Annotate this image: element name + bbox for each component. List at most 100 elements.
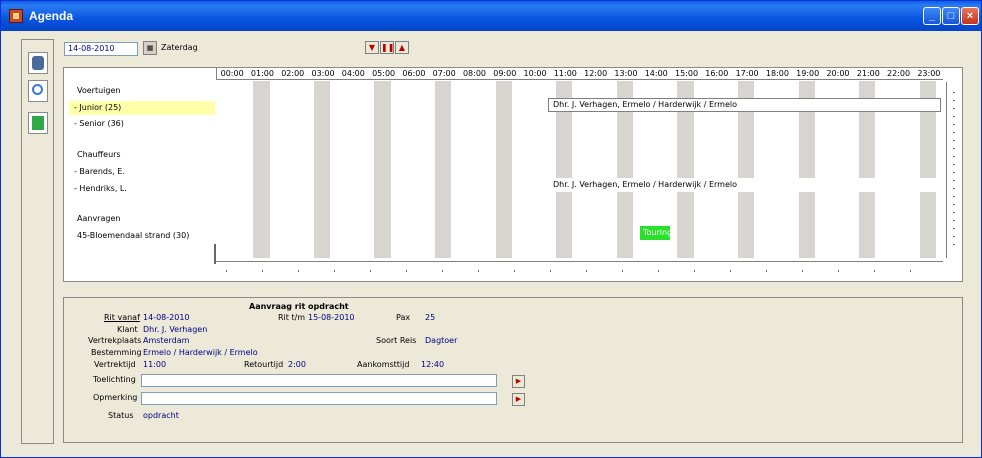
rit-tm-value: 15-08-2010	[308, 313, 355, 322]
hour-label: 08:00	[462, 69, 486, 78]
hour-band	[313, 81, 331, 258]
calendar-icon: ▦	[146, 44, 154, 52]
vertical-scrollbar[interactable]	[946, 82, 960, 258]
bestemming-label: Bestemming	[91, 348, 142, 357]
scroll-tick	[622, 270, 623, 272]
group-vehicles: Voertuigen	[77, 86, 121, 95]
request-bar-bloemendaal[interactable]: Touring	[640, 226, 670, 240]
exit-button[interactable]	[28, 112, 48, 134]
hour-band	[374, 81, 391, 258]
next-day-button[interactable]: ▲	[395, 41, 409, 54]
scroll-tick	[298, 270, 299, 272]
retourtijd-value: 2:00	[288, 360, 306, 369]
previous-day-button[interactable]: ▼	[365, 41, 379, 54]
rit-vanaf-label[interactable]: Rit vanaf	[104, 313, 140, 322]
minimize-button[interactable]: _	[923, 7, 941, 25]
scroll-tick	[953, 108, 955, 109]
soort-reis-label: Soort Reis	[376, 336, 417, 345]
vertrekplaats-label: Vertrekplaats	[88, 336, 142, 345]
scroll-tick	[953, 124, 955, 125]
day-label: Zaterdag	[161, 43, 198, 52]
status-value: opdracht	[143, 411, 179, 420]
soort-reis-value: Dagtoer	[425, 336, 458, 345]
vertrekplaats-value: Amsterdam	[143, 336, 190, 345]
scroll-tick	[953, 228, 955, 229]
hour-band	[495, 81, 512, 258]
hour-band	[435, 81, 452, 258]
toelichting-field[interactable]	[141, 374, 497, 387]
scroll-tick	[953, 180, 955, 181]
close-button[interactable]: ×	[961, 7, 979, 25]
hour-label: 21:00	[856, 69, 880, 78]
hour-label: 20:00	[826, 69, 850, 78]
title-bar[interactable]: Agenda _ □ ×	[1, 1, 981, 31]
hour-label: 17:00	[735, 69, 759, 78]
scroll-tick	[550, 270, 551, 272]
exit-icon	[32, 116, 44, 130]
hour-label: 12:00	[584, 69, 608, 78]
toelichting-expand-button[interactable]: ▶	[512, 375, 525, 388]
hour-label: 22:00	[887, 69, 911, 78]
scroll-tick	[442, 270, 443, 272]
hour-label: 23:00	[917, 69, 941, 78]
search-button[interactable]	[28, 80, 48, 102]
row-barends[interactable]: - Barends, E.	[74, 167, 125, 176]
scroll-tick	[730, 270, 731, 272]
scroll-tick	[953, 244, 955, 245]
opmerking-expand-button[interactable]: ▶	[512, 393, 525, 406]
scroll-tick	[226, 270, 227, 272]
app-icon	[9, 9, 23, 23]
pax-label: Pax	[396, 313, 411, 322]
row-bloemendaal[interactable]: 45-Bloemendaal strand (30)	[77, 231, 189, 240]
group-requests: Aanvragen	[77, 214, 121, 223]
hour-label: 15:00	[674, 69, 699, 78]
scroll-tick	[953, 188, 955, 189]
horizontal-scrollbar[interactable]	[216, 261, 943, 279]
hour-label: 04:00	[341, 69, 365, 78]
hour-label: 11:00	[553, 69, 577, 78]
scroll-tick	[478, 270, 479, 272]
calendar-button[interactable]: ▦	[143, 41, 157, 55]
scroll-tick	[953, 172, 955, 173]
scroll-tick	[953, 132, 955, 133]
agenda-window: Agenda _ □ × 14-08-2010 ▦ Zaterdag ▼ ❚❚ …	[0, 0, 982, 458]
date-field[interactable]: 14-08-2010	[64, 42, 138, 56]
request-detail-panel: Aanvraag rit opdracht Rit vanaf 14-08-20…	[63, 297, 963, 443]
scroll-tick	[953, 148, 955, 149]
pax-value: 25	[425, 313, 436, 322]
scroll-tick	[953, 116, 955, 117]
scroll-tick	[953, 164, 955, 165]
hour-label: 01:00	[250, 69, 274, 78]
scroll-tick	[953, 100, 955, 101]
vehicle-button[interactable]	[28, 52, 48, 74]
hour-label: 18:00	[765, 69, 789, 78]
klant-label: Klant	[117, 325, 138, 334]
detail-title: Aanvraag rit opdracht	[249, 302, 349, 311]
booking-bar-junior[interactable]: Dhr. J. Verhagen, Ermelo / Harderwijk / …	[548, 98, 941, 112]
aankomsttijd-label: Aankomsttijd	[357, 360, 410, 369]
scroll-tick	[262, 270, 263, 272]
scroll-tick	[370, 270, 371, 272]
row-senior[interactable]: - Senior (36)	[74, 119, 124, 128]
scroll-tick	[406, 270, 407, 272]
left-toolbar	[21, 39, 54, 444]
row-junior[interactable]: - Junior (25)	[74, 103, 121, 112]
today-button[interactable]: ❚❚	[380, 41, 394, 54]
group-drivers: Chauffeurs	[77, 150, 121, 159]
opmerking-field[interactable]	[141, 392, 497, 405]
row-hendriks[interactable]: - Hendriks, L.	[74, 184, 127, 193]
timeline-body[interactable]: Dhr. J. Verhagen, Ermelo / Harderwijk / …	[216, 81, 943, 258]
scroll-tick	[802, 270, 803, 272]
scroll-tick	[694, 270, 695, 272]
hour-label: 19:00	[796, 69, 820, 78]
scroll-tick	[953, 220, 955, 221]
booking-bar-hendriks[interactable]: Dhr. J. Verhagen, Ermelo / Harderwijk / …	[548, 178, 941, 192]
hour-label: 10:00	[523, 69, 547, 78]
hour-label: 03:00	[311, 69, 335, 78]
scroll-tick	[874, 270, 875, 272]
scroll-tick	[953, 140, 955, 141]
maximize-button[interactable]: □	[942, 7, 960, 25]
hour-header: 00:00 01:00 02:00 03:00 04:00 05:00 06:00 07:00…	[216, 68, 943, 80]
hour-label: 16:00	[705, 69, 729, 78]
window-title: Agenda	[29, 9, 74, 23]
